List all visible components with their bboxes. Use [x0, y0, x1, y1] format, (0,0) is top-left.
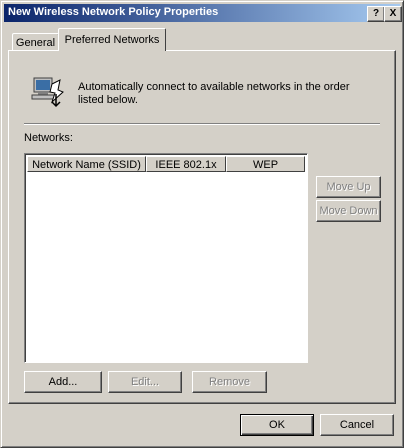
tab-preferred-networks[interactable]: Preferred Networks — [58, 28, 166, 51]
remove-button[interactable]: Remove — [192, 371, 267, 393]
wireless-network-icon — [30, 74, 66, 108]
column-header-wep[interactable]: WEP — [226, 156, 305, 172]
help-button[interactable]: ? — [367, 6, 385, 22]
move-up-button[interactable]: Move Up — [316, 176, 381, 198]
networks-list[interactable]: Network Name (SSID) IEEE 802.1x WEP — [24, 153, 308, 363]
ok-button[interactable]: OK — [240, 414, 314, 436]
separator — [24, 123, 380, 125]
column-header-ssid[interactable]: Network Name (SSID) — [27, 156, 146, 172]
description-text: Automatically connect to available netwo… — [78, 81, 350, 106]
close-button[interactable]: X — [384, 6, 402, 22]
networks-label: Networks: — [24, 132, 73, 144]
cancel-button[interactable]: Cancel — [320, 414, 394, 436]
title-bar[interactable]: New Wireless Network Policy Properties ?… — [4, 4, 402, 22]
column-header-ieee8021x[interactable]: IEEE 802.1x — [146, 156, 226, 172]
add-button[interactable]: Add... — [24, 371, 102, 393]
edit-button[interactable]: Edit... — [108, 371, 182, 393]
move-down-button[interactable]: Move Down — [316, 200, 381, 222]
window-title: New Wireless Network Policy Properties — [8, 6, 219, 18]
